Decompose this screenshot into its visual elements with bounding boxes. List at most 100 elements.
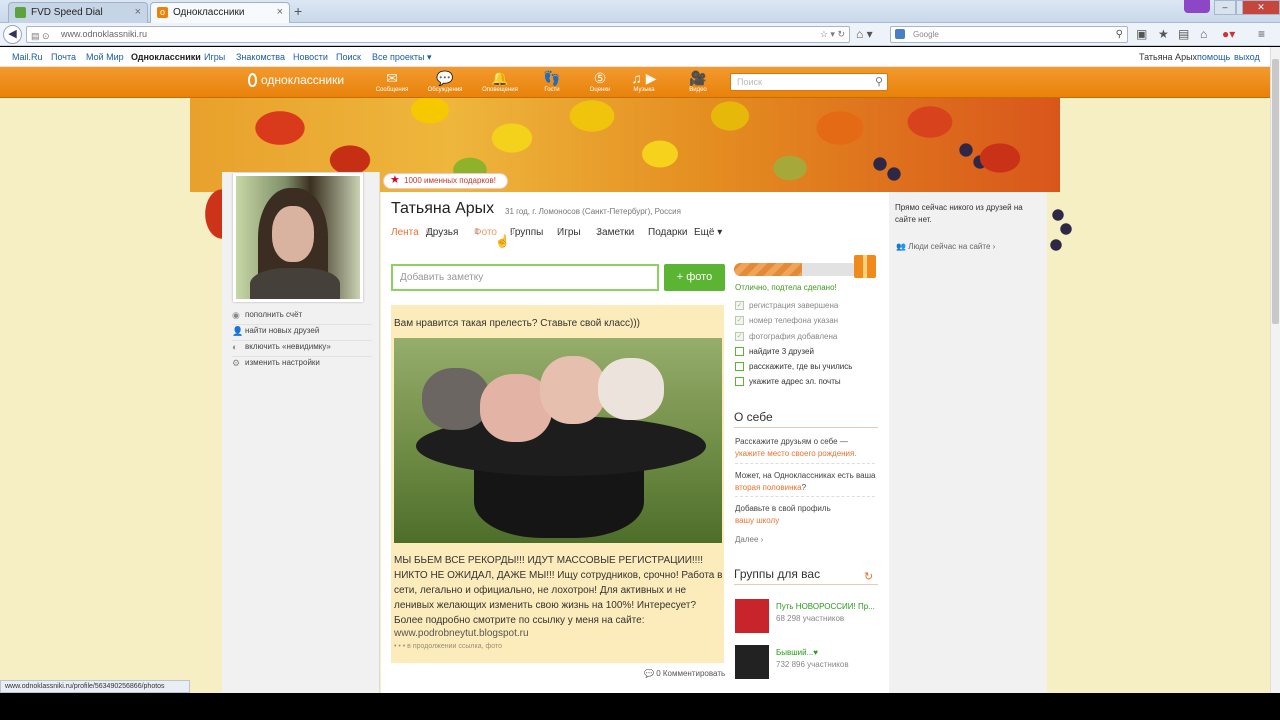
user-name-link[interactable]: Татьяна Арых xyxy=(1139,52,1197,62)
star-icon: ★ xyxy=(390,174,400,186)
all-projects-link[interactable]: Все проекты ▾ xyxy=(372,52,432,63)
tab-odnoklassniki[interactable]: o Одноклассники × xyxy=(150,2,290,23)
logout-link[interactable]: выход xyxy=(1234,52,1260,62)
close-icon[interactable]: × xyxy=(277,6,283,18)
web-search-bar[interactable]: Google ⚲ xyxy=(890,26,1128,43)
nav-ratings[interactable]: ⑤ Оценки xyxy=(580,70,620,93)
nav-messages[interactable]: ✉ Сообщения xyxy=(372,70,412,93)
nav-guests[interactable]: 👣 Гости xyxy=(532,70,572,93)
divider xyxy=(735,496,875,497)
about-birthplace: Расскажите друзьям о себе — укажите мест… xyxy=(735,436,880,460)
checkbox-checked-icon: ✓ xyxy=(735,316,744,325)
piglet-pink xyxy=(540,356,606,424)
avatar[interactable] xyxy=(233,173,363,302)
no-friends-online: Прямо сейчас никого из друзей на сайте н… xyxy=(895,203,1023,224)
nav-notifications[interactable]: 🔔 Оповещения xyxy=(480,70,520,93)
my-world-link[interactable]: Мой Мир xyxy=(86,52,124,62)
people-online-label: Люди сейчас на сайте › xyxy=(908,242,996,251)
gift-promo-text: 1000 именных подарков! xyxy=(404,176,496,185)
odnoklassniki-link[interactable]: Одноклассники xyxy=(131,52,201,62)
group-thumbnail xyxy=(735,599,769,633)
extension-icon[interactable]: ▣ xyxy=(1136,27,1147,41)
nav-label: Обсуждения xyxy=(427,87,463,93)
tab-count: 1 xyxy=(474,227,479,236)
add-note-input[interactable]: Добавить заметку xyxy=(391,264,659,291)
bookmark-star-icon[interactable]: ★ xyxy=(1158,27,1169,41)
menu-icon[interactable]: ≡ xyxy=(1258,27,1265,41)
gift-promo-ribbon[interactable]: ★ 1000 именных подарков! xyxy=(383,173,508,189)
dating-link[interactable]: Знакомства xyxy=(236,52,285,62)
tab-count: 0 xyxy=(426,227,431,236)
group-members: 732 896 участников xyxy=(776,660,849,669)
add-note-placeholder: Добавить заметку xyxy=(400,272,484,283)
step-find-friends[interactable]: найдите 3 друзей xyxy=(735,347,814,356)
piglet-spotted xyxy=(598,358,664,420)
minimize-button[interactable]: – xyxy=(1214,0,1236,15)
close-window-button[interactable]: ✕ xyxy=(1242,0,1280,15)
search-link[interactable]: Поиск xyxy=(336,52,361,62)
post-text: МЫ БЬЕМ ВСЕ РЕКОРДЫ!!! ИДУТ МАССОВЫЕ РЕГ… xyxy=(394,555,723,626)
menu-settings[interactable]: ⚙ изменить настройки xyxy=(232,358,372,373)
url-bar[interactable]: ▤ ⊙ www.odnoklassniki.ru ☆ ▾ ↻ xyxy=(26,26,850,43)
games-link[interactable]: Игры xyxy=(204,52,225,62)
post-link[interactable]: www.podrobneytut.blogspot.ru xyxy=(394,628,529,639)
nav-label: Сообщения xyxy=(375,87,409,93)
step-registration: ✓ регистрация завершена xyxy=(735,301,838,310)
menu-invisible-mode[interactable]: ◐ включить «невидимку» xyxy=(232,342,372,357)
step-phone: ✓ номер телефона указан xyxy=(735,316,838,325)
partner-link[interactable]: вторая половинка xyxy=(735,483,802,492)
step-education[interactable]: расскажите, где вы учились xyxy=(735,362,852,371)
people-online-link[interactable]: 👥 Люди сейчас на сайте › xyxy=(896,242,995,251)
chat-icon: 💬 xyxy=(436,70,454,86)
back-button[interactable]: ◀ xyxy=(3,25,22,44)
nav-discussions[interactable]: 💬 Обсуждения xyxy=(425,70,465,93)
ok-logo[interactable]: одноклассники xyxy=(248,73,344,87)
adblock-icon[interactable]: ●▾ xyxy=(1222,27,1235,41)
profile-progress-bar xyxy=(734,263,858,276)
group-suggestion[interactable]: Бывший...♥ 732 896 участников xyxy=(735,645,885,681)
school-link[interactable]: вашу школу xyxy=(735,516,779,525)
addon-icon[interactable] xyxy=(1184,0,1210,13)
comment-button[interactable]: 💬 0 Комментировать xyxy=(644,669,725,678)
tab-label: Ещё ▾ xyxy=(694,227,723,238)
about-text: Добавьте в свой профиль xyxy=(735,504,831,513)
menu-label: найти новых друзей xyxy=(245,326,320,335)
tab-fvd-speed-dial[interactable]: FVD Speed Dial × xyxy=(8,2,148,23)
mail-link[interactable]: Почта xyxy=(51,52,76,62)
ok-search-input[interactable]: Поиск ⚲ xyxy=(730,73,888,91)
refresh-icon[interactable]: ↻ xyxy=(864,570,873,583)
step-label: укажите адрес эл. почты xyxy=(749,377,841,386)
groups-heading: Группы для вас xyxy=(734,567,878,585)
about-more-link[interactable]: Далее › xyxy=(735,534,880,546)
profile-info: 31 год, г. Ломоносов (Санкт-Петербург), … xyxy=(505,207,681,216)
menu-label: пополнить счёт xyxy=(245,310,303,319)
gift-icon[interactable] xyxy=(854,255,876,278)
add-photo-button[interactable]: + фото xyxy=(664,264,725,291)
reload-icon[interactable]: ☆ ▾ ↻ xyxy=(820,27,845,42)
video-icon: 🎥 xyxy=(689,70,707,86)
step-email[interactable]: укажите адрес эл. почты xyxy=(735,377,841,386)
page-scrollbar[interactable] xyxy=(1270,47,1280,693)
group-suggestion[interactable]: Путь НОВОРОССИИ! Пр... 68 298 участников xyxy=(735,599,885,635)
post-image-piglets-in-hat[interactable] xyxy=(394,338,722,543)
search-icon[interactable]: ⚲ xyxy=(1116,27,1123,42)
birthplace-link[interactable]: укажите место своего рождения. xyxy=(735,449,857,458)
nav-music[interactable]: ♫ ▶ Музыка xyxy=(624,70,664,93)
menu-top-up-balance[interactable]: ◉ пополнить счёт xyxy=(232,310,372,325)
nav-video[interactable]: 🎥 Видео xyxy=(678,70,718,93)
new-tab-button[interactable]: + xyxy=(294,3,302,19)
home-icon[interactable]: ⌂ ▾ xyxy=(856,27,873,41)
browser-nav-bar: ◀ ▤ ⊙ www.odnoklassniki.ru ☆ ▾ ↻ ⌂ ▾ Goo… xyxy=(0,23,1280,46)
menu-find-friends[interactable]: 👤 найти новых друзей xyxy=(232,326,372,341)
post-title: Вам нравится такая прелесть? Ставьте сво… xyxy=(394,318,641,329)
search-icon[interactable]: ⚲ xyxy=(875,74,883,90)
tab-count: 0 xyxy=(510,227,515,236)
news-link[interactable]: Новости xyxy=(293,52,328,62)
home-icon[interactable]: ⌂ xyxy=(1200,27,1207,41)
scrollbar-thumb[interactable] xyxy=(1272,59,1279,324)
help-link[interactable]: помощь xyxy=(1197,52,1230,62)
close-icon[interactable]: × xyxy=(135,6,141,18)
mailru-link[interactable]: Mail.Ru xyxy=(12,52,43,62)
bookmarks-icon[interactable]: ▤ xyxy=(1178,27,1189,41)
step-photo: ✓ фотография добавлена xyxy=(735,332,837,341)
